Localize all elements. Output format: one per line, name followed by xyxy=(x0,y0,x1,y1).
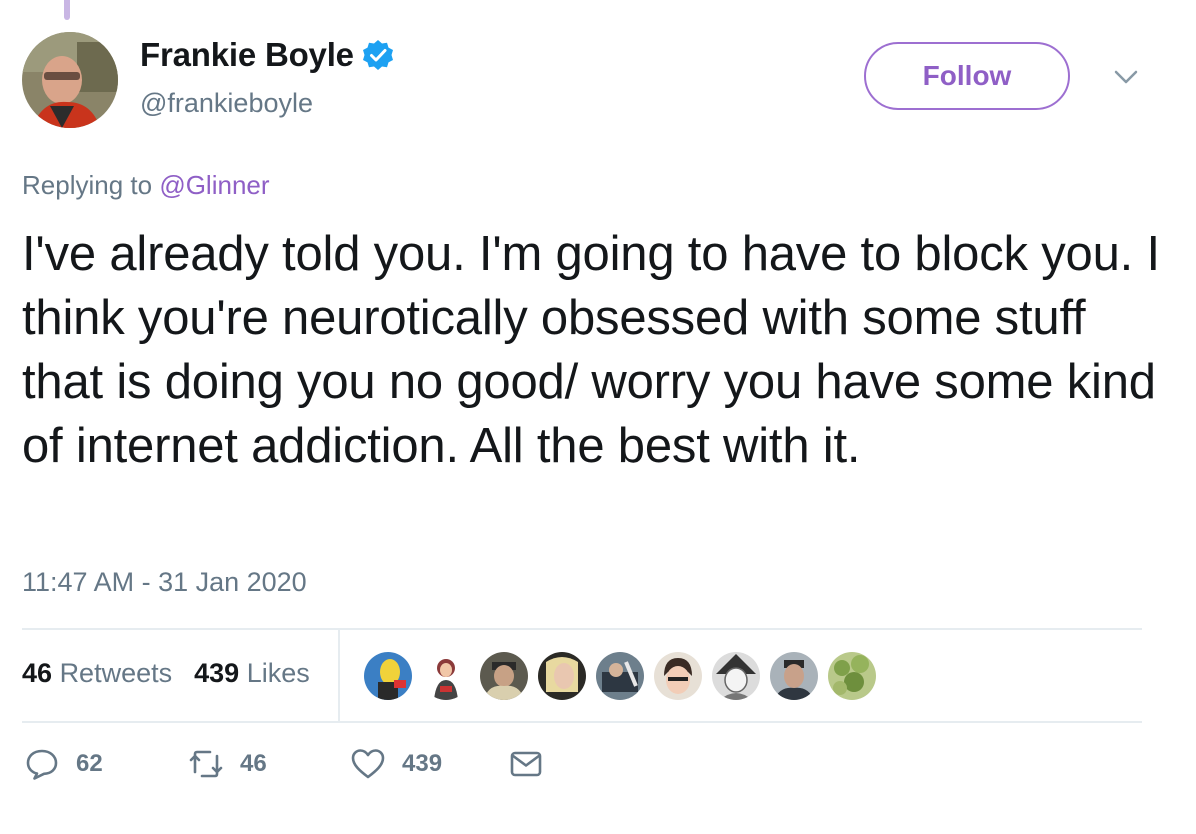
author-handle[interactable]: @frankieboyle xyxy=(140,88,313,119)
replying-to-mention[interactable]: @Glinner xyxy=(159,170,269,200)
likes-label: Likes xyxy=(246,658,310,688)
reply-button[interactable]: 62 xyxy=(24,746,103,782)
stats-vertical-divider xyxy=(338,630,340,722)
follow-button[interactable]: Follow xyxy=(864,42,1070,110)
tweet-timestamp[interactable]: 11:47 AM - 31 Jan 2020 xyxy=(22,567,307,598)
tweet-text: I've already told you. I'm going to have… xyxy=(22,227,1160,473)
retweet-icon xyxy=(189,750,223,778)
envelope-icon xyxy=(510,751,542,777)
liker-avatar[interactable] xyxy=(770,652,818,700)
like-count: 439 xyxy=(402,750,443,777)
likers-avatar-strip xyxy=(364,652,876,700)
liker-avatar[interactable] xyxy=(364,652,412,700)
replying-to-line: Replying to @Glinner xyxy=(22,170,270,201)
likes-count: 439 xyxy=(194,658,240,688)
stats-bottom-divider xyxy=(22,721,1142,723)
liker-avatar[interactable] xyxy=(422,652,470,700)
liker-avatar[interactable] xyxy=(828,652,876,700)
direct-message-button[interactable] xyxy=(508,746,560,782)
reply-count: 62 xyxy=(76,750,103,777)
liker-avatar[interactable] xyxy=(712,652,760,700)
liker-avatar[interactable] xyxy=(654,652,702,700)
author-display-name[interactable]: Frankie Boyle xyxy=(140,36,354,74)
retweet-count: 46 xyxy=(240,750,267,777)
liker-avatar[interactable] xyxy=(596,652,644,700)
author-name-row: Frankie Boyle xyxy=(140,36,394,74)
likes-stat[interactable]: 439 Likes xyxy=(194,658,310,689)
engagement-stats: 46 Retweets 439 Likes xyxy=(22,658,310,689)
replying-prefix: Replying to xyxy=(22,170,153,200)
chevron-down-icon[interactable] xyxy=(1112,66,1140,88)
reply-icon xyxy=(26,749,58,780)
avatar[interactable] xyxy=(22,32,118,128)
liker-avatar[interactable] xyxy=(480,652,528,700)
like-button[interactable]: 439 xyxy=(350,746,442,782)
heart-icon xyxy=(351,749,385,779)
retweets-count: 46 xyxy=(22,658,53,688)
thread-connector-line xyxy=(64,0,70,20)
liker-avatar[interactable] xyxy=(538,652,586,700)
retweets-stat[interactable]: 46 Retweets xyxy=(22,658,172,689)
stats-top-divider xyxy=(22,628,1142,630)
retweets-label: Retweets xyxy=(59,658,173,688)
verified-badge-icon xyxy=(362,39,394,71)
retweet-button[interactable]: 46 xyxy=(188,746,267,782)
